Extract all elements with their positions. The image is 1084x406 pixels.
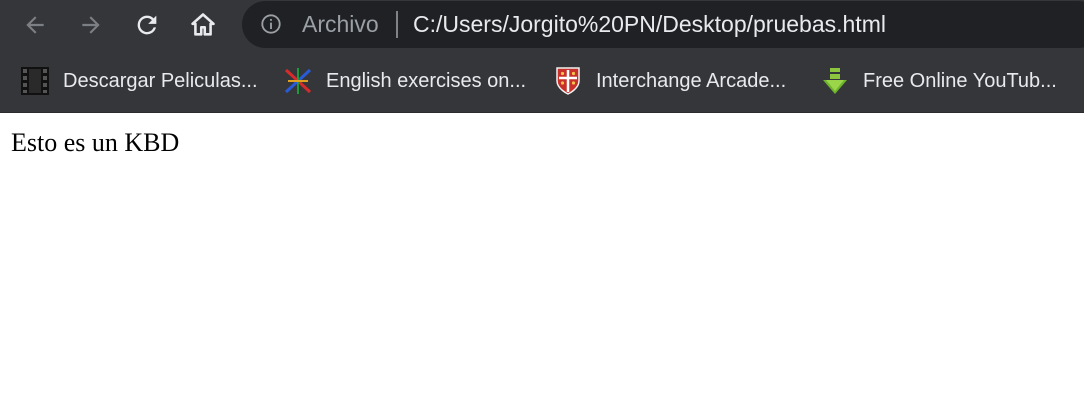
back-button[interactable] xyxy=(18,8,52,42)
url-text[interactable]: C:/Users/Jorgito%20PN/Desktop/pruebas.ht… xyxy=(413,11,886,37)
home-icon xyxy=(191,13,215,36)
address-bar[interactable]: Archivo C:/Users/Jorgito%20PN/Desktop/pr… xyxy=(242,1,1084,48)
forward-button[interactable] xyxy=(74,8,108,42)
bookmark-label: Descargar Peliculas... xyxy=(63,69,258,92)
page-content: Esto es un KBD xyxy=(0,113,1084,406)
bookmark-label: English exercises on... xyxy=(326,69,527,92)
bookmarks-bar: Descargar Peliculas... English exercises… xyxy=(0,50,1084,113)
home-button[interactable] xyxy=(186,8,220,42)
bookmark-label: Interchange Arcade... xyxy=(596,69,787,92)
security-chip-label[interactable]: Archivo xyxy=(302,11,379,37)
page-body-text: Esto es un KBD xyxy=(11,128,180,157)
address-bar-divider xyxy=(396,11,398,38)
reload-button[interactable] xyxy=(130,8,164,42)
browser-toolbar: Archivo C:/Users/Jorgito%20PN/Desktop/pr… xyxy=(0,0,1084,50)
arrow-left-icon xyxy=(26,16,44,34)
info-icon[interactable] xyxy=(260,13,282,35)
bookmark-descargar-peliculas[interactable]: Descargar Peliculas... xyxy=(20,64,258,98)
reload-icon xyxy=(137,15,157,35)
arrow-right-icon xyxy=(82,16,100,34)
film-icon xyxy=(20,66,50,96)
bookmark-english-exercises[interactable]: English exercises on... xyxy=(283,64,526,98)
bookmark-interchange-arcade[interactable]: Interchange Arcade... xyxy=(553,64,786,98)
english-exercises-icon xyxy=(283,66,313,96)
cambridge-shield-icon xyxy=(553,66,583,96)
download-arrow-icon xyxy=(820,66,850,96)
bookmark-label: Free Online YouTub... xyxy=(863,69,1057,92)
bookmark-free-online-youtube[interactable]: Free Online YouTub... xyxy=(820,64,1057,98)
